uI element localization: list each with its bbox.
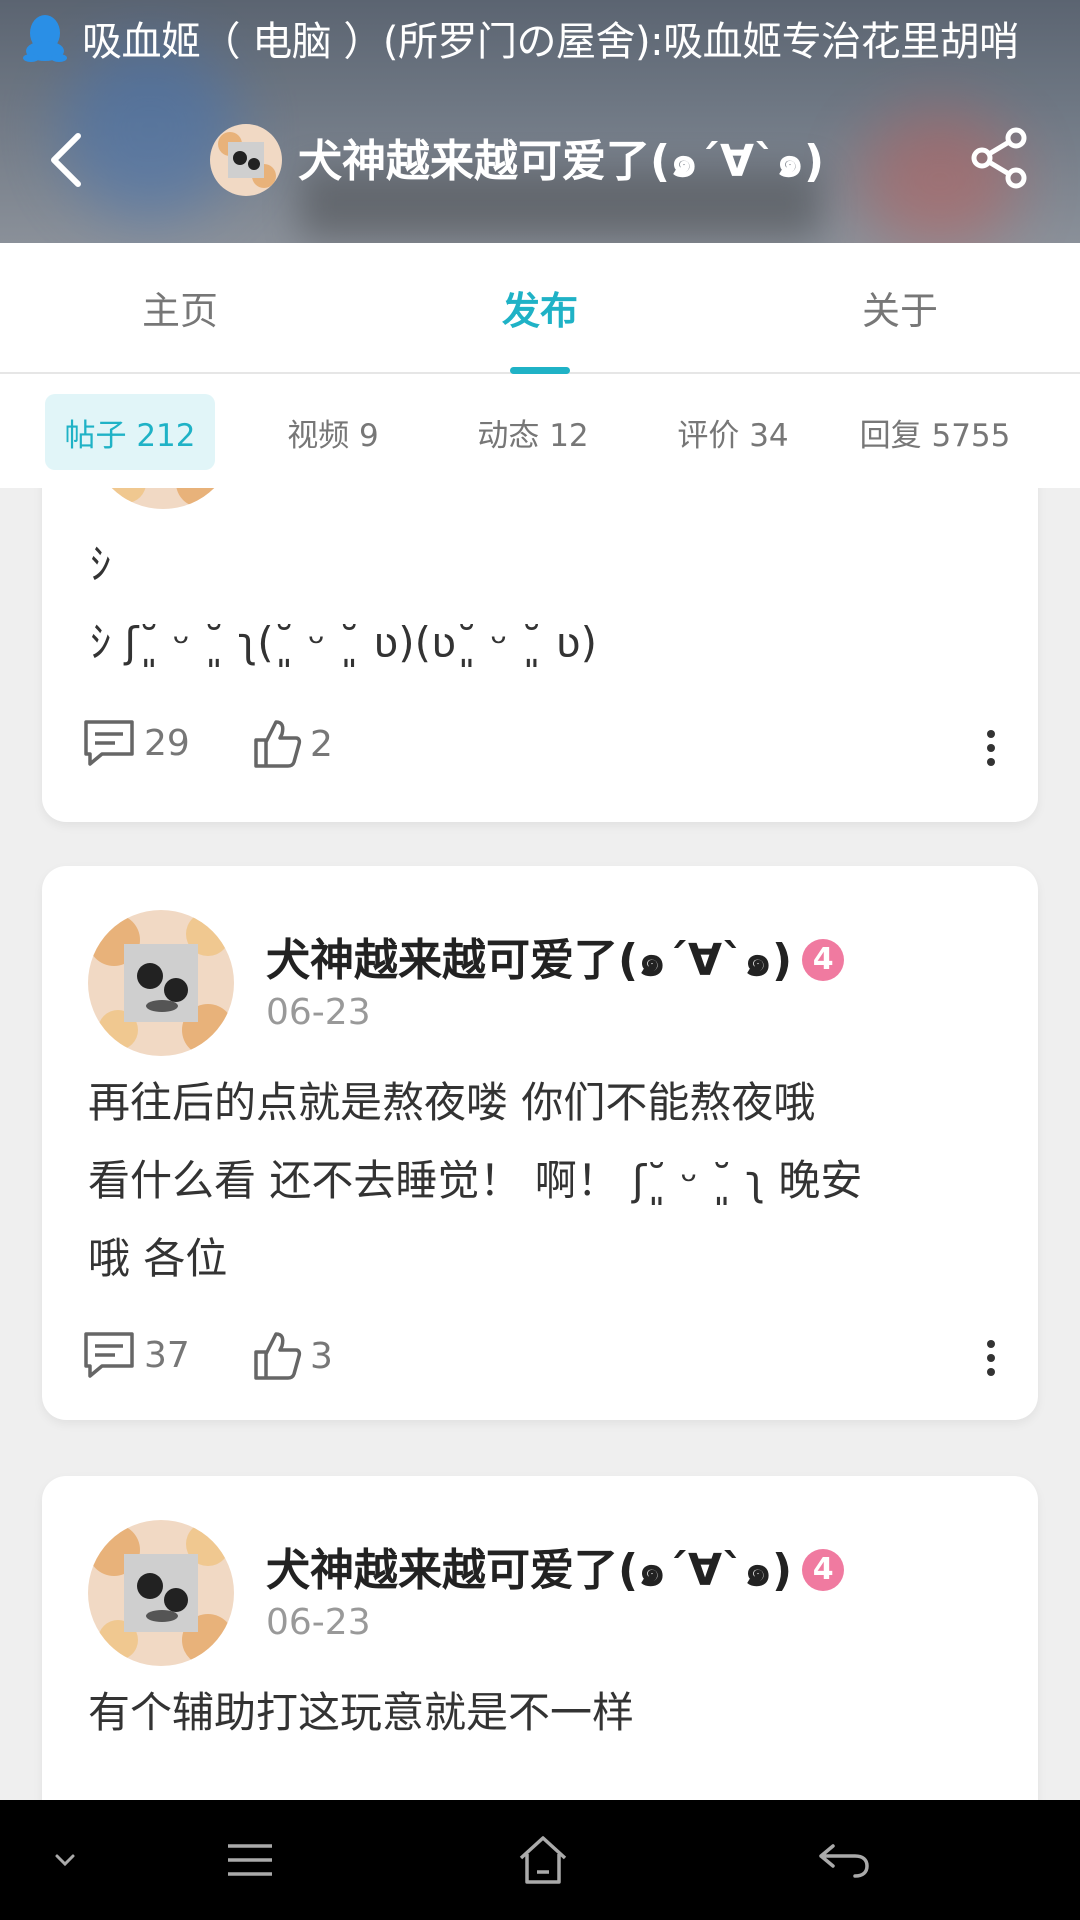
avatar[interactable]: [88, 910, 234, 1056]
post-author[interactable]: 犬神越来越可爱了(๑´∀`๑) 4: [266, 1534, 845, 1605]
status-bar-notification: 吸血姬（ 电脑 ）(所罗门の屋舍):吸血姬专治花里胡哨: [22, 10, 1019, 66]
menu-icon[interactable]: [220, 1830, 280, 1890]
more-dots-icon[interactable]: [986, 728, 996, 768]
level-badge: 4: [802, 1548, 845, 1591]
comment-icon: [84, 1332, 134, 1378]
avatar[interactable]: [90, 488, 236, 509]
post-card[interactable]: 犬神越来越可爱了(๑´∀`๑) 4 06-23 再往后的点就是熬夜喽 你们不能熬…: [42, 866, 1038, 1420]
sub-tabs: 帖子 212 视频 9 动态 12 评价 34 回复 5755: [0, 374, 1080, 488]
comment-button[interactable]: 37: [82, 1330, 190, 1380]
post-content: 再往后的点就是熬夜喽 你们不能熬夜哦 看什么看 还不去睡觉！ 啊！ ʃ˘͈ ᵕ …: [88, 1078, 863, 1283]
avatar[interactable]: [210, 124, 282, 196]
level-badge: 4: [802, 938, 845, 981]
post-content: ｼ ｼ ʃ˘͈ ᵕ ˘͈ ʅ(˘͈ ᵕ ˘͈ ʋ)(ʋ˘͈ ᵕ ˘͈ ʋ): [90, 540, 598, 667]
post-feed[interactable]: 06-24 ｼ ｼ ʃ˘͈ ᵕ ˘͈ ʅ(˘͈ ᵕ ˘͈ ʋ)(ʋ˘͈ ᵕ ˘͈…: [0, 488, 1080, 1800]
post-card[interactable]: 犬神越来越可爱了(๑´∀`๑) 4 06-23 有个辅助打这玩意就是不一样: [42, 1476, 1038, 1800]
comment-count: 37: [144, 1334, 190, 1376]
active-tab-indicator: [510, 367, 570, 374]
back-icon[interactable]: [808, 1830, 878, 1890]
post-content: 有个辅助打这玩意就是不一样: [88, 1688, 635, 1737]
chevron-down-icon[interactable]: [40, 1830, 90, 1890]
like-count: 3: [310, 1335, 333, 1377]
post-author[interactable]: 犬神越来越可爱了(๑´∀`๑) 4: [266, 924, 845, 995]
avatar[interactable]: [88, 1520, 234, 1666]
thumbs-up-icon: [254, 720, 302, 768]
back-arrow-icon[interactable]: [44, 128, 88, 192]
notification-text: 吸血姬（ 电脑 ）(所罗门の屋舍):吸血姬专治花里胡哨: [82, 19, 1019, 65]
main-tabs: 主页 发布 关于: [0, 243, 1080, 374]
qq-icon: [23, 15, 67, 62]
header-title: 犬神越来越可爱了(๑´∀`๑): [210, 122, 824, 198]
subtab-replies[interactable]: 回复 5755: [845, 394, 1025, 470]
like-count: 2: [310, 723, 333, 765]
post-card[interactable]: 06-24 ｼ ｼ ʃ˘͈ ᵕ ˘͈ ʅ(˘͈ ᵕ ˘͈ ʋ)(ʋ˘͈ ᵕ ˘͈…: [42, 488, 1038, 822]
tab-home[interactable]: 主页: [0, 243, 360, 372]
thumbs-up-icon: [254, 1332, 302, 1380]
tab-posts[interactable]: 发布: [360, 243, 720, 372]
subtab-reviews[interactable]: 评价 34: [648, 394, 818, 470]
subtab-moments[interactable]: 动态 12: [448, 394, 618, 470]
home-icon[interactable]: [508, 1830, 578, 1890]
subtab-videos[interactable]: 视频 9: [248, 394, 418, 470]
page-title: 犬神越来越可爱了(๑´∀`๑): [298, 135, 825, 187]
comment-count: 29: [144, 722, 190, 764]
share-icon[interactable]: [968, 126, 1032, 190]
subtab-posts[interactable]: 帖子 212: [45, 394, 215, 470]
profile-header: 吸血姬（ 电脑 ）(所罗门の屋舍):吸血姬专治花里胡哨 犬神越来越可爱了(๑´∀…: [0, 0, 1080, 243]
system-nav-bar: [0, 1800, 1080, 1920]
comment-button[interactable]: 29: [82, 718, 190, 768]
like-button[interactable]: 3: [252, 1330, 333, 1382]
post-date: 06-23: [266, 1602, 371, 1643]
more-dots-icon[interactable]: [986, 1338, 996, 1378]
like-button[interactable]: 2: [252, 718, 333, 770]
comment-icon: [84, 720, 134, 766]
post-date: 06-23: [266, 992, 371, 1033]
tab-about[interactable]: 关于: [720, 243, 1080, 372]
